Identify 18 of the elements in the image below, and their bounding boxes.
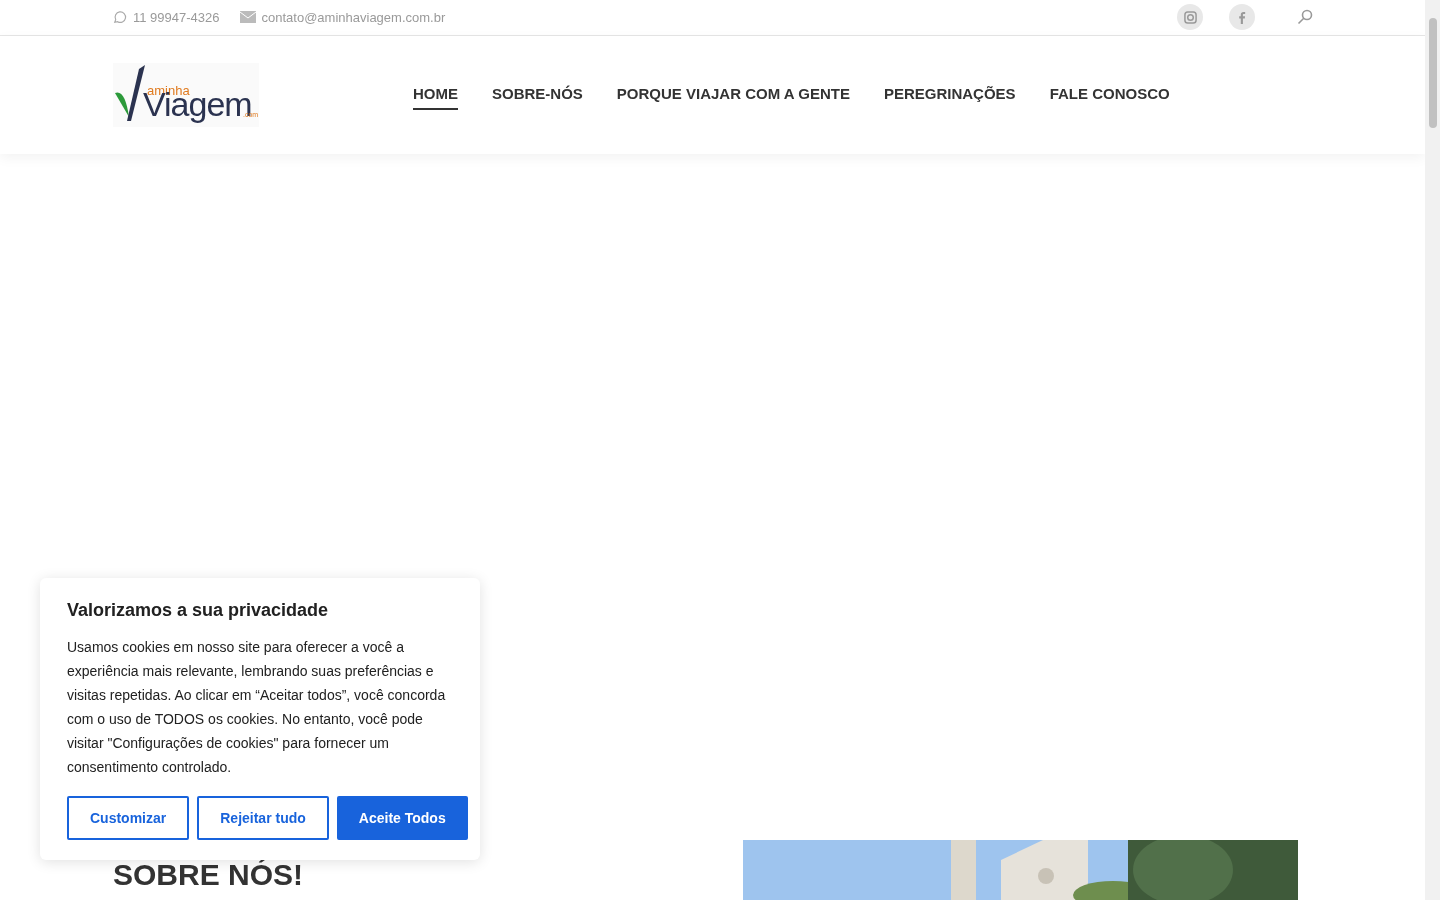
- nav-link[interactable]: PEREGRINAÇÕES: [883, 79, 1016, 111]
- facebook-icon[interactable]: [1229, 4, 1255, 31]
- mail-icon: [239, 11, 256, 24]
- accept-button[interactable]: Aceite Todos: [336, 796, 468, 840]
- banner-text: Usamos cookies em nosso site para oferecer a você a experiência mais relevante, lembrando suas preferências e visitas repetidas. Ao clicar em “Aceitar todos”, você concorda com o uso de TODOS os cookies. No entanto, você pode visitar "Configurações de cookies" para fornecer um consentimento controlado.: [67, 638, 447, 777]
- whatsapp-icon: [113, 10, 127, 25]
- cookie-button[interactable]: Customizar: [67, 796, 190, 840]
- phone-number: 11 99947-4326: [133, 9, 220, 25]
- nav-link[interactable]: SOBRE-NÓS: [492, 79, 583, 111]
- section-heading: SOBRE NÓS!: [113, 857, 305, 893]
- nav-link[interactable]: PORQUE VIAJAR COM A GENTE: [616, 79, 850, 111]
- scrollbar-thumb[interactable]: [1428, 18, 1437, 128]
- cookie-button[interactable]: Rejeitar tudo: [197, 796, 329, 840]
- nav-link[interactable]: FALE CONOSCO: [1049, 79, 1170, 111]
- nav-link[interactable]: HOME: [413, 79, 458, 111]
- search-icon[interactable]: [1297, 9, 1313, 26]
- instagram-icon[interactable]: [1177, 4, 1203, 31]
- banner-title: Valorizamos a sua privacidade: [67, 600, 330, 621]
